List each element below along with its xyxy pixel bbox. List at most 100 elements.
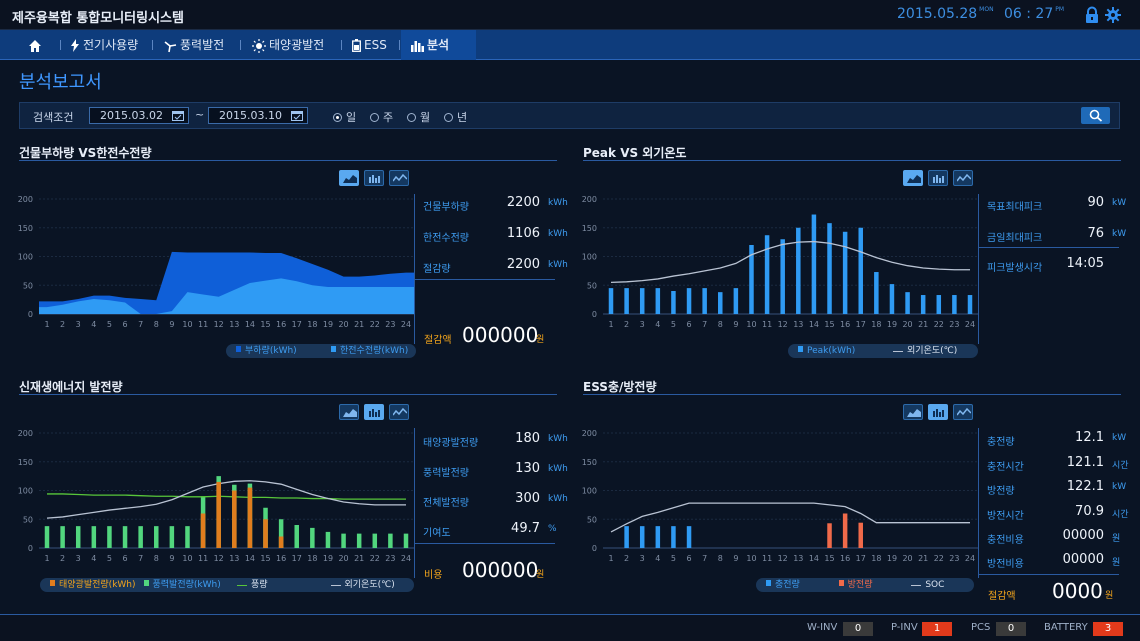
- x-tick-label: 13: [229, 554, 239, 563]
- x-tick-label: 16: [276, 554, 286, 563]
- stat-unit: %: [548, 524, 557, 534]
- x-tick-label: 16: [840, 554, 850, 563]
- bar-chart-toggle[interactable]: [364, 170, 384, 186]
- bar: [624, 526, 629, 548]
- radio-day[interactable]: 일: [333, 109, 356, 125]
- line-chart-toggle[interactable]: [953, 170, 973, 186]
- total-value: 0000: [1052, 579, 1103, 603]
- x-tick-label: 19: [323, 554, 333, 563]
- stat-unit: kWh: [548, 494, 568, 504]
- stat-label: 충전량: [987, 437, 1015, 448]
- area-chart-icon: [343, 409, 357, 417]
- bar: [372, 533, 378, 548]
- panel-title: 신재생에너지 발전량: [19, 380, 123, 394]
- stat-unit: kWh: [548, 198, 568, 208]
- stat-unit: kWh: [548, 464, 568, 474]
- nav-item-analysis[interactable]: 분석: [401, 30, 476, 60]
- area-chart-toggle[interactable]: [903, 170, 923, 186]
- radio-month[interactable]: 월: [407, 109, 430, 125]
- chart: 0501001502001 2 3 4 5 6 7 8 9 10 11 12 13 14 15 16 17 18 1…: [582, 429, 978, 563]
- bar: [827, 223, 832, 314]
- x-tick-label: 8: [718, 554, 723, 563]
- bar: [686, 526, 692, 548]
- x-tick-label: 22: [934, 320, 944, 329]
- x-tick-label: 24: [401, 554, 411, 563]
- status-label-battery: BATTERY: [1044, 622, 1088, 633]
- x-tick-label: 24: [401, 320, 411, 329]
- calendar-icon[interactable]: [172, 110, 184, 121]
- area-chart-icon: [907, 175, 921, 183]
- calendar-icon[interactable]: [291, 110, 303, 121]
- legend-item: 풍력발전량(kWh): [143, 578, 221, 592]
- date-to-input[interactable]: 2015.03.10: [208, 107, 308, 124]
- y-tick-label: 200: [582, 195, 597, 204]
- x-tick-label: 9: [169, 554, 174, 563]
- line-chart-icon: [957, 173, 971, 182]
- nav-item-solar[interactable]: 태양광발전: [252, 30, 324, 60]
- legend-item: 태양광발전량(kWh): [50, 578, 136, 592]
- stat-value: 00000: [1062, 552, 1104, 567]
- total-unit: 원: [536, 570, 545, 580]
- bar: [200, 513, 206, 548]
- total-label: 비용: [424, 570, 443, 581]
- bar: [247, 487, 253, 548]
- line-series: [610, 502, 970, 533]
- x-tick-label: 14: [809, 554, 819, 563]
- line-chart-toggle[interactable]: [953, 404, 973, 420]
- x-tick-label: 20: [338, 554, 348, 563]
- search-button[interactable]: [1081, 107, 1110, 124]
- stat-divider-v: [414, 428, 415, 578]
- stat-divider-v: [414, 194, 415, 344]
- x-tick-label: 17: [856, 320, 866, 329]
- x-tick-label: 2: [624, 554, 629, 563]
- area-chart-icon: [907, 409, 921, 417]
- bar: [403, 533, 409, 548]
- nav-home[interactable]: [28, 30, 48, 60]
- nav-item-wind[interactable]: 풍력발전: [163, 30, 224, 60]
- bar: [91, 526, 97, 548]
- stat-divider: [978, 574, 1119, 575]
- bar-chart-toggle[interactable]: [928, 404, 948, 420]
- bar: [75, 526, 81, 548]
- x-tick-label: 22: [370, 320, 380, 329]
- x-tick-label: 8: [718, 320, 723, 329]
- bar: [263, 519, 268, 548]
- radio-year[interactable]: 년: [444, 109, 467, 125]
- gear-icon[interactable]: [1104, 6, 1122, 24]
- bar: [200, 513, 206, 548]
- stat-value: 00000: [1062, 528, 1104, 543]
- status-label-w-inv: W-INV: [807, 622, 838, 633]
- radio-label: 주: [383, 111, 394, 124]
- area-chart-toggle[interactable]: [903, 404, 923, 420]
- stat-label: 피크발생시각: [987, 263, 1043, 274]
- line-chart-toggle[interactable]: [389, 404, 409, 420]
- date-from-input[interactable]: 2015.03.02: [89, 107, 189, 124]
- y-tick-label: 100: [18, 487, 33, 496]
- x-tick-label: 17: [856, 554, 866, 563]
- x-tick-label: 19: [887, 320, 897, 329]
- total-label: 절감액: [988, 591, 1016, 602]
- area-chart-toggle[interactable]: [339, 170, 359, 186]
- nav-item-ess[interactable]: ESS: [352, 30, 387, 60]
- bar: [639, 526, 645, 548]
- y-tick-label: 50: [23, 515, 33, 524]
- area-chart-toggle[interactable]: [339, 404, 359, 420]
- chart: 0501001502001 2 3 4 5 6 7 8 9 10 11 12 13 14 15 16 17 18 1…: [18, 195, 414, 329]
- radio-week[interactable]: 주: [370, 109, 393, 125]
- bar: [278, 519, 284, 548]
- x-tick-label: 7: [138, 320, 143, 329]
- chart-legend: Peak(kWh) 외기온도(℃): [788, 344, 978, 358]
- home-icon: [29, 39, 41, 52]
- lock-icon[interactable]: [1083, 6, 1101, 24]
- bar: [920, 295, 926, 314]
- date-to-value: 2015.03.10: [219, 109, 282, 122]
- bar-chart-toggle[interactable]: [364, 404, 384, 420]
- nav-item-power-usage[interactable]: 전기사용량: [70, 30, 138, 60]
- bar-chart-toggle[interactable]: [928, 170, 948, 186]
- stat-value: 70.9: [1075, 504, 1104, 519]
- stat-value: 76: [1087, 226, 1104, 241]
- x-tick-label: 18: [307, 554, 317, 563]
- bar: [60, 526, 65, 548]
- search-bar: 검색조건 2015.03.02 ~ 2015.03.10 일 주 월 년: [19, 102, 1120, 129]
- line-chart-toggle[interactable]: [389, 170, 409, 186]
